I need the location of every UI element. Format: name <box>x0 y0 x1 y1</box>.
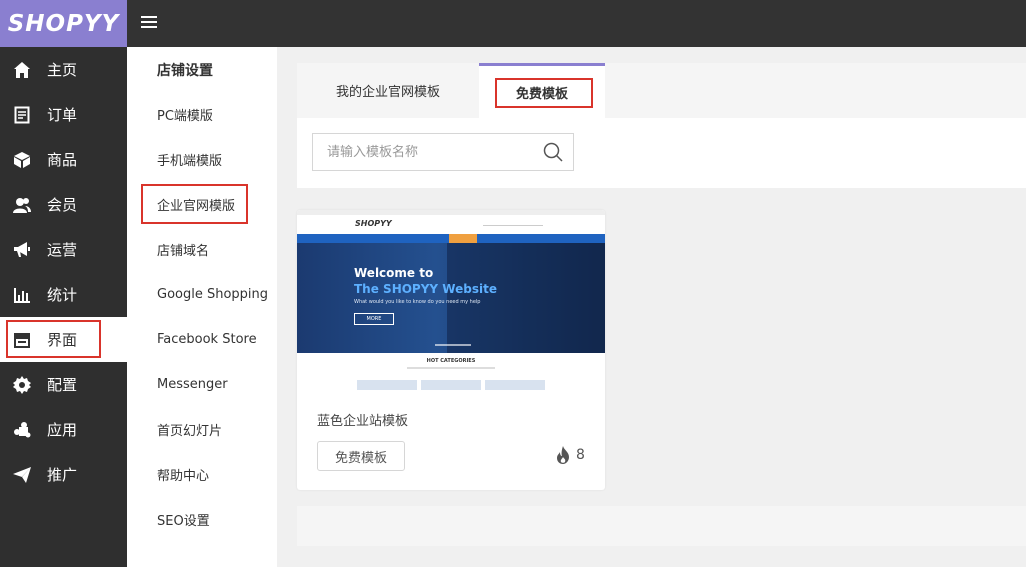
paper-plane-icon <box>13 466 31 484</box>
sidebar-item-label: 统计 <box>47 286 78 304</box>
highlight-box <box>141 184 248 224</box>
shopyy-logo[interactable]: SHOPYY <box>0 0 127 47</box>
sidebar-item-orders[interactable]: 订单 <box>0 92 127 137</box>
tab-my-templates[interactable]: 我的企业官网模板 <box>297 63 479 118</box>
sidebar-item-home[interactable]: 主页 <box>0 47 127 92</box>
preview-headline-brand: The SHOPYY Website <box>354 282 497 296</box>
storefront-icon <box>13 331 31 349</box>
sidebar-item-label: 商品 <box>47 151 78 169</box>
submenu-item-mobile-template[interactable]: 手机端模版 <box>127 137 277 182</box>
template-preview-image[interactable]: SHOPYY Welcome to The SHOPYY Website Wha… <box>297 210 605 390</box>
puzzle-icon <box>13 421 31 439</box>
preview-category-box <box>421 380 481 390</box>
preview-nav <box>297 234 605 243</box>
submenu-item-store-domain[interactable]: 店铺域名 <box>127 227 277 272</box>
sidebar-item-label: 订单 <box>47 106 78 124</box>
main-sidebar: 主页 订单 商品 会员 运营 统计 界面 配置 应用 推广 <box>0 47 127 567</box>
template-card: SHOPYY Welcome to The SHOPYY Website Wha… <box>297 210 605 490</box>
template-tabs-panel: 我的企业官网模板 免费模板 <box>297 63 1026 188</box>
submenu-item-label: Google Shopping <box>157 287 269 302</box>
submenu-item-pc-template[interactable]: PC端模版 <box>127 92 277 137</box>
template-name: 蓝色企业站模板 <box>317 414 409 429</box>
document-icon <box>13 106 31 124</box>
sidebar-item-interface[interactable]: 界面 <box>0 317 127 362</box>
sidebar-item-label: 运营 <box>47 241 78 259</box>
store-settings-submenu: 店铺设置 PC端模版 手机端模版 企业官网模版 店铺域名 Google Shop… <box>127 47 277 567</box>
sidebar-item-promotion[interactable]: 推广 <box>0 452 127 497</box>
top-bar: SHOPYY <box>0 0 1026 47</box>
sidebar-item-label: 应用 <box>47 421 78 439</box>
hot-count: 8 <box>555 446 585 464</box>
preview-topbar <box>297 210 605 215</box>
preview-more-button: MORE <box>354 313 394 325</box>
sidebar-item-statistics[interactable]: 统计 <box>0 272 127 317</box>
pagination-panel <box>297 506 1026 546</box>
box-icon <box>13 151 31 169</box>
highlight-box <box>495 78 593 108</box>
submenu-item-help-center[interactable]: 帮助中心 <box>127 452 277 497</box>
template-search <box>312 133 574 171</box>
sidebar-item-products[interactable]: 商品 <box>0 137 127 182</box>
submenu-item-seo[interactable]: SEO设置 <box>127 497 277 542</box>
sidebar-item-members[interactable]: 会员 <box>0 182 127 227</box>
preview-hero: Welcome to The SHOPYY Website What would… <box>297 243 605 353</box>
submenu-item-messenger[interactable]: Messenger <box>127 362 277 407</box>
gear-icon <box>13 376 31 394</box>
submenu-item-label: 手机端模版 <box>157 154 223 169</box>
bar-chart-icon <box>13 286 31 304</box>
preview-category-box <box>357 380 417 390</box>
preview-logo: SHOPYY <box>355 219 392 228</box>
submenu-item-label: PC端模版 <box>157 109 213 124</box>
hamburger-menu-icon[interactable] <box>141 13 163 33</box>
submenu-item-label: Facebook Store <box>157 332 257 347</box>
sidebar-item-apps[interactable]: 应用 <box>0 407 127 452</box>
submenu-item-label: 首页幻灯片 <box>157 424 223 439</box>
main-content: 我的企业官网模板 免费模板 SHOPYY Welcome to The SHOP… <box>277 47 1026 567</box>
sidebar-item-label: 会员 <box>47 196 78 214</box>
submenu-item-label: SEO设置 <box>157 514 210 529</box>
sidebar-item-label: 配置 <box>47 376 78 394</box>
free-template-button[interactable]: 免费模板 <box>317 441 405 471</box>
sidebar-item-config[interactable]: 配置 <box>0 362 127 407</box>
search-input[interactable] <box>313 134 533 170</box>
megaphone-icon <box>13 241 31 259</box>
preview-headline: Welcome to <box>354 266 434 280</box>
preview-tagline: What would you like to know do you need … <box>354 299 481 305</box>
tab-bar: 我的企业官网模板 免费模板 <box>297 63 1026 118</box>
submenu-item-google-shopping[interactable]: Google Shopping <box>127 272 277 317</box>
preview-section-title: HOT CATEGORIES <box>426 358 476 364</box>
preview-search <box>483 220 543 226</box>
tab-free-templates[interactable]: 免费模板 <box>479 63 605 118</box>
preview-slider-dots <box>435 344 471 346</box>
sidebar-item-label: 推广 <box>47 466 78 484</box>
preview-category-box <box>485 380 545 390</box>
submenu-item-slideshow[interactable]: 首页幻灯片 <box>127 407 277 452</box>
sidebar-item-label: 界面 <box>47 331 78 349</box>
hot-count-value: 8 <box>576 447 585 463</box>
users-icon <box>13 196 31 214</box>
submenu-title: 店铺设置 <box>157 62 213 79</box>
sidebar-item-operations[interactable]: 运营 <box>0 227 127 272</box>
home-icon <box>13 61 31 79</box>
sidebar-item-label: 主页 <box>47 61 78 79</box>
submenu-item-label: Messenger <box>157 377 228 392</box>
fire-icon <box>557 446 569 464</box>
submenu-item-label: 帮助中心 <box>157 469 210 484</box>
submenu-item-label: 店铺域名 <box>157 244 210 259</box>
search-icon[interactable] <box>543 142 563 162</box>
submenu-item-facebook-store[interactable]: Facebook Store <box>127 317 277 362</box>
submenu-item-corporate-template[interactable]: 企业官网模版 <box>127 182 277 227</box>
preview-section-subtitle <box>407 367 495 369</box>
